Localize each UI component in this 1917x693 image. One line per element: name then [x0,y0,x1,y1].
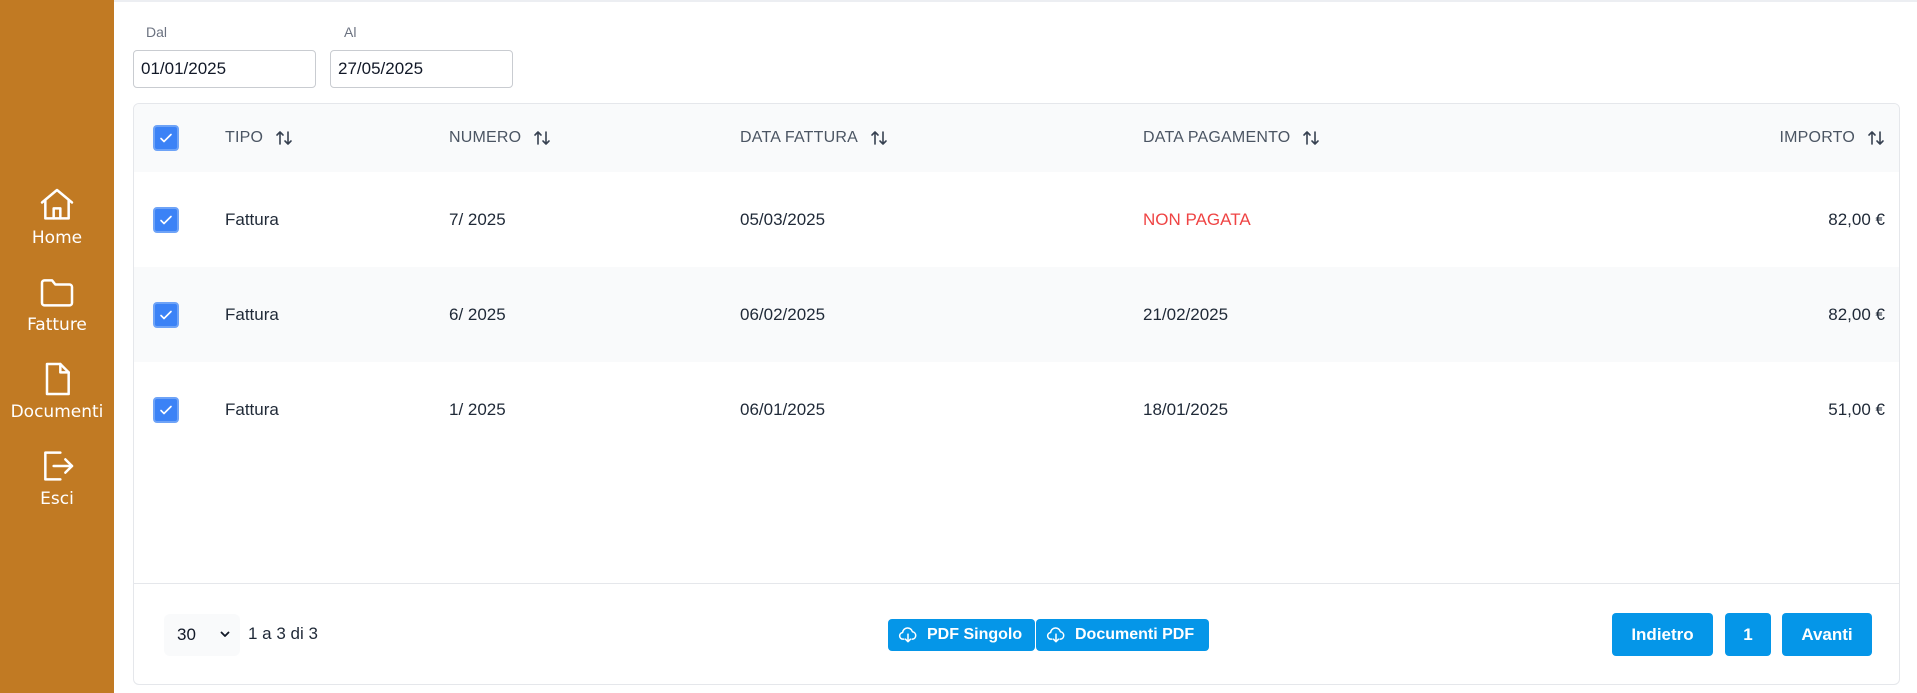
sidebar-item-label: Home [31,227,83,248]
cell-data-fattura: 05/03/2025 [740,209,826,229]
next-page-button[interactable]: Avanti [1782,613,1872,656]
column-label: DATA FATTURA [740,129,858,146]
cell-data-pagamento: NON PAGATA [1143,209,1251,229]
pdf-single-label: PDF Singolo [927,626,1023,643]
column-label: IMPORTO [1779,129,1855,146]
cell-data-fattura: 06/01/2025 [740,399,826,419]
sidebar-item-esci[interactable]: Esci [0,434,114,521]
row-checkbox[interactable] [153,206,179,233]
column-label: NUMERO [449,129,522,146]
select-all-checkbox[interactable] [153,125,179,151]
top-divider [114,0,1917,2]
cell-data-pagamento: 21/02/2025 [1143,304,1229,324]
document-icon [45,362,70,395]
home-icon [40,188,74,220]
cell-tipo: Fattura [225,209,279,229]
cell-numero: 7/ 2025 [449,209,506,229]
page-number-button[interactable]: 1 [1725,613,1771,656]
logout-icon [44,450,74,481]
sidebar: Home Fatture Documenti Esci [0,0,114,693]
sort-icon[interactable] [870,129,888,147]
column-header-data-pagamento[interactable]: DATA PAGAMENTO [1143,104,1320,172]
column-header-importo[interactable]: IMPORTO [1780,104,1886,172]
check-icon [160,310,172,319]
cell-importo: 82,00 € [1828,304,1885,324]
from-date-label: Dal [146,24,168,40]
footer-divider [134,583,1899,584]
cloud-download-icon [898,627,917,643]
column-header-tipo[interactable]: TIPO [225,104,293,172]
sidebar-item-fatture[interactable]: Fatture [0,260,114,347]
pdf-documents-button[interactable]: Documenti PDF [1036,619,1209,651]
cell-data-fattura: 06/02/2025 [740,304,826,324]
sidebar-item-label: Documenti [10,401,104,422]
pdf-single-button[interactable]: PDF Singolo [888,619,1035,651]
folder-icon [40,278,74,307]
table-row[interactable]: Fattura 6/ 2025 06/02/2025 21/02/2025 82… [134,267,1899,362]
sort-icon[interactable] [1302,129,1320,147]
row-checkbox[interactable] [153,301,179,328]
prev-page-button[interactable]: Indietro [1612,613,1713,656]
cell-numero: 6/ 2025 [449,304,506,324]
chevron-down-icon [220,631,230,637]
cell-tipo: Fattura [225,304,279,324]
invoices-table: TIPO NUMERO DATA FATTURA DATA PAGAMENTO … [133,103,1900,685]
pagination-range: 1 a 3 di 3 [248,624,318,643]
column-label: DATA PAGAMENTO [1143,129,1291,146]
sort-icon[interactable] [1867,129,1885,147]
cloud-download-icon [1046,627,1065,643]
sort-icon[interactable] [275,129,293,147]
cell-tipo: Fattura [225,399,279,419]
table-header: TIPO NUMERO DATA FATTURA DATA PAGAMENTO … [134,104,1899,172]
cell-data-pagamento: 18/01/2025 [1143,399,1229,419]
table-row[interactable]: Fattura 1/ 2025 06/01/2025 18/01/2025 51… [134,362,1899,457]
sidebar-item-documenti[interactable]: Documenti [0,347,114,434]
pdf-documents-label: Documenti PDF [1075,626,1195,643]
cell-importo: 82,00 € [1828,209,1885,229]
page-size-value: 30 [177,625,196,644]
cell-numero: 1/ 2025 [449,399,506,419]
cell-importo: 51,00 € [1828,399,1885,419]
to-date-label: Al [344,24,357,40]
check-icon [160,133,172,143]
table-row[interactable]: Fattura 7/ 2025 05/03/2025 NON PAGATA 82… [134,172,1899,267]
column-label: TIPO [225,129,264,146]
sidebar-item-home[interactable]: Home [0,173,114,260]
sidebar-item-label: Fatture [27,314,87,335]
sort-icon[interactable] [533,129,551,147]
column-header-data-fattura[interactable]: DATA FATTURA [740,104,888,172]
check-icon [160,405,172,414]
column-header-numero[interactable]: NUMERO [449,104,551,172]
page-size-select[interactable]: 30 [164,614,240,656]
from-date-field[interactable] [133,50,316,88]
check-icon [160,215,172,224]
sidebar-item-label: Esci [40,488,74,509]
row-checkbox[interactable] [153,396,179,423]
to-date-field[interactable] [330,50,513,88]
